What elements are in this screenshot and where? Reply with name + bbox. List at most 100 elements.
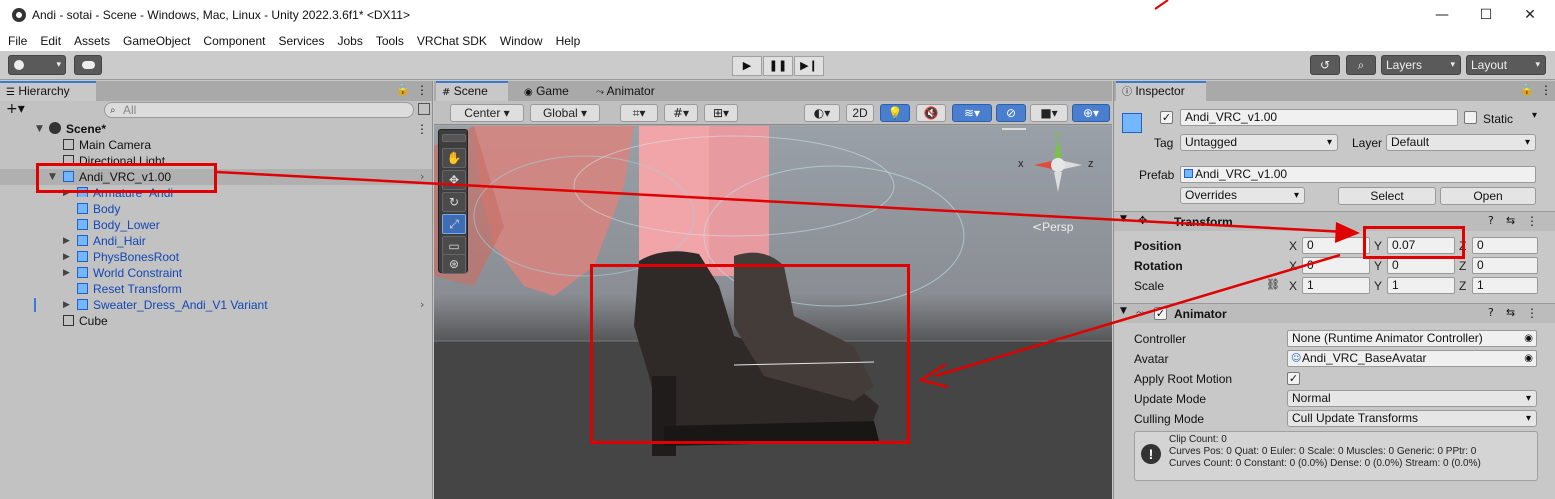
menu-help[interactable]: Help: [556, 34, 581, 48]
camera-settings-dropdown[interactable]: ■▾: [1030, 104, 1068, 122]
scene-visibility-toggle[interactable]: ⊘: [996, 104, 1026, 122]
menu-services[interactable]: Services: [278, 34, 324, 48]
transform-tool-icon[interactable]: ⊛: [442, 254, 466, 274]
chevron-right-icon[interactable]: ›: [420, 297, 424, 313]
rect-tool-icon[interactable]: ▭: [442, 236, 466, 256]
play-button[interactable]: ▶: [732, 56, 762, 76]
hierarchy-row-cube[interactable]: Cube: [0, 313, 432, 329]
prefab-field[interactable]: Andi_VRC_v1.00: [1180, 166, 1536, 183]
object-picker-icon[interactable]: ◉: [1524, 331, 1533, 346]
hierarchy-row-main-camera[interactable]: Main Camera: [0, 137, 432, 153]
hierarchy-row-world-constraint[interactable]: ▶ World Constraint: [0, 265, 432, 281]
tab-inspector[interactable]: ⓘ Inspector: [1116, 81, 1206, 101]
orientation-gizmo[interactable]: y x z: [1018, 128, 1094, 200]
hierarchy-row-scene[interactable]: ▼ Scene* ⋮: [0, 121, 432, 137]
hand-tool-icon[interactable]: ✋: [442, 148, 466, 168]
help-icon[interactable]: ?: [1488, 306, 1494, 319]
more-options-icon[interactable]: ⋮: [416, 83, 428, 97]
grid-toggle-button[interactable]: #▾: [664, 104, 698, 122]
tab-scene[interactable]: # Scene: [436, 81, 508, 101]
chevron-right-icon[interactable]: ›: [420, 169, 424, 185]
hierarchy-row-andi-hair[interactable]: ▶ Andi_Hair: [0, 233, 432, 249]
apply-root-motion-checkbox[interactable]: ✓: [1287, 372, 1300, 385]
overrides-dropdown[interactable]: Overrides: [1180, 187, 1305, 204]
more-options-icon[interactable]: ⋮: [1526, 214, 1538, 228]
menu-component[interactable]: Component: [203, 34, 265, 48]
animator-header[interactable]: ▼ ⤳ ✓ Animator ? ⇆ ⋮: [1114, 303, 1555, 323]
search-button[interactable]: ⌕: [1346, 55, 1376, 75]
hierarchy-row-sweater-dress[interactable]: ▶ Sweater_Dress_Andi_V1 Variant ›: [0, 297, 432, 313]
menu-jobs[interactable]: Jobs: [337, 34, 362, 48]
pause-button[interactable]: ❚❚: [763, 56, 793, 76]
rotation-z-field[interactable]: 0: [1472, 257, 1538, 274]
scale-x-field[interactable]: 1: [1302, 277, 1370, 294]
menu-file[interactable]: File: [8, 34, 27, 48]
palette-handle[interactable]: [442, 134, 466, 142]
scale-tool-icon[interactable]: ⤢: [442, 214, 466, 234]
close-button[interactable]: ✕: [1520, 6, 1540, 24]
static-dropdown-icon[interactable]: ▾: [1532, 110, 1537, 121]
cloud-button[interactable]: [74, 55, 102, 75]
hierarchy-row-physbonesroot[interactable]: ▶ PhysBonesRoot: [0, 249, 432, 265]
menu-assets[interactable]: Assets: [74, 34, 110, 48]
menu-window[interactable]: Window: [500, 34, 543, 48]
lock-icon[interactable]: 🔒: [396, 83, 410, 96]
hierarchy-row-body[interactable]: Body: [0, 201, 432, 217]
lock-icon[interactable]: 🔒: [1520, 83, 1534, 96]
increment-snap-button[interactable]: ⊞▾: [704, 104, 738, 122]
move-tool-icon[interactable]: ✥: [442, 170, 466, 190]
update-mode-dropdown[interactable]: Normal: [1287, 390, 1537, 407]
tab-game[interactable]: ◉ Game: [518, 81, 575, 101]
presets-icon[interactable]: ⇆: [1506, 214, 1515, 227]
account-dropdown[interactable]: ▾: [8, 55, 66, 75]
rotate-tool-icon[interactable]: ↻: [442, 192, 466, 212]
scale-y-field[interactable]: 1: [1387, 277, 1455, 294]
position-z-field[interactable]: 0: [1472, 237, 1538, 254]
layers-dropdown[interactable]: Layers ▾: [1381, 55, 1461, 75]
layout-dropdown[interactable]: Layout ▾: [1466, 55, 1546, 75]
hierarchy-row-body-lower[interactable]: Body_Lower: [0, 217, 432, 233]
effects-dropdown[interactable]: ≋▾: [952, 104, 992, 122]
more-options-icon[interactable]: ⋮: [1540, 83, 1552, 97]
tag-dropdown[interactable]: Untagged: [1180, 134, 1338, 151]
culling-mode-dropdown[interactable]: Cull Update Transforms: [1287, 410, 1537, 427]
history-button[interactable]: ↺: [1310, 55, 1340, 75]
active-checkbox[interactable]: ✓: [1160, 111, 1173, 124]
select-button[interactable]: Select: [1338, 187, 1436, 205]
controller-field[interactable]: None (Runtime Animator Controller) ◉: [1287, 330, 1537, 347]
more-options-icon[interactable]: ⋮: [416, 121, 428, 137]
projection-toggle[interactable]: <Persp: [1032, 220, 1073, 234]
static-checkbox[interactable]: [1464, 111, 1477, 124]
pivot-dropdown[interactable]: Center ▾: [450, 104, 524, 122]
menu-edit[interactable]: Edit: [40, 34, 61, 48]
object-picker-icon[interactable]: ◉: [1524, 351, 1533, 366]
hierarchy-maximize-icon[interactable]: [418, 103, 430, 115]
link-icon[interactable]: ⛓: [1266, 278, 1280, 291]
maximize-button[interactable]: ☐: [1476, 6, 1496, 24]
toggle-2d-button[interactable]: 2D: [846, 104, 874, 122]
open-button[interactable]: Open: [1440, 187, 1536, 205]
rotation-y-field[interactable]: 0: [1387, 257, 1455, 274]
hierarchy-search-input[interactable]: ⌕ All: [104, 102, 414, 118]
menu-tools[interactable]: Tools: [376, 34, 404, 48]
rotation-x-field[interactable]: 0: [1302, 257, 1370, 274]
layer-dropdown[interactable]: Default: [1386, 134, 1536, 151]
add-object-button[interactable]: +▾: [6, 101, 25, 117]
object-name-field[interactable]: Andi_VRC_v1.00: [1180, 109, 1458, 126]
audio-toggle[interactable]: 🔇: [916, 104, 946, 122]
hierarchy-row-reset-transform[interactable]: Reset Transform: [0, 281, 432, 297]
gizmos-dropdown[interactable]: ⊕▾: [1072, 104, 1110, 122]
menu-vrchat-sdk[interactable]: VRChat SDK: [417, 34, 487, 48]
position-x-field[interactable]: 0: [1302, 237, 1370, 254]
transform-header[interactable]: ▼ ✥ Transform ? ⇆ ⋮: [1114, 211, 1555, 231]
presets-icon[interactable]: ⇆: [1506, 306, 1515, 319]
lighting-toggle[interactable]: 💡: [880, 104, 910, 122]
gizmo-minimize-bar[interactable]: [1002, 128, 1026, 130]
minimize-button[interactable]: —: [1432, 6, 1452, 24]
avatar-field[interactable]: ☺ Andi_VRC_BaseAvatar ◉: [1287, 350, 1537, 367]
help-icon[interactable]: ?: [1488, 214, 1494, 227]
menu-gameobject[interactable]: GameObject: [123, 34, 190, 48]
scale-z-field[interactable]: 1: [1472, 277, 1538, 294]
animator-enabled-checkbox[interactable]: ✓: [1154, 307, 1167, 320]
draw-mode-button[interactable]: ◐▾: [804, 104, 840, 122]
